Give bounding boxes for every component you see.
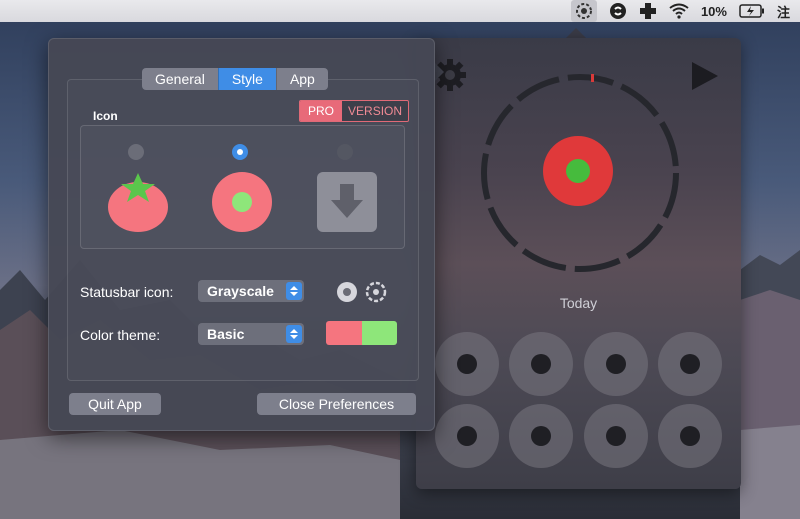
session-slot[interactable] <box>584 404 648 468</box>
icon-radio-ring[interactable] <box>232 144 248 160</box>
session-slot[interactable] <box>584 332 648 396</box>
session-slot[interactable] <box>658 332 722 396</box>
timer-panel-arrow <box>566 28 586 38</box>
icon-radio-download[interactable] <box>337 144 353 160</box>
statusbar-icon-label: Statusbar icon: <box>80 284 174 300</box>
select-stepper-icon <box>286 282 302 300</box>
ring-dot-icon[interactable] <box>211 171 273 233</box>
session-slot[interactable] <box>509 332 573 396</box>
statusbar-preview-ring-icon <box>365 281 387 303</box>
wifi-icon[interactable] <box>669 0 689 22</box>
health-plus-icon[interactable] <box>639 0 657 22</box>
battery-percent: 10% <box>700 3 727 19</box>
quit-app-button[interactable]: Quit App <box>69 393 161 415</box>
timer-center-inner <box>566 159 590 183</box>
download-box-icon <box>317 172 377 232</box>
select-stepper-icon <box>286 325 302 343</box>
pro-label: PRO <box>300 101 343 121</box>
session-slot[interactable] <box>658 404 722 468</box>
color-swatch-secondary <box>362 321 397 345</box>
color-theme-select[interactable]: Basic <box>198 323 304 345</box>
tab-general[interactable]: General <box>142 68 218 90</box>
color-theme-value: Basic <box>207 326 245 342</box>
session-slot[interactable] <box>435 404 499 468</box>
today-label: Today <box>559 295 598 311</box>
preferences-window: General Style App PRO VERSION Icon Statu… <box>48 38 435 431</box>
color-swatch-primary <box>326 321 362 345</box>
timer-center-outer[interactable] <box>543 136 613 206</box>
menu-bar: 10% 注 <box>0 0 800 22</box>
color-theme-label: Color theme: <box>80 327 161 343</box>
tomato-icon[interactable] <box>106 169 170 233</box>
play-icon[interactable] <box>688 60 720 92</box>
pro-version-badge[interactable]: PRO VERSION <box>299 100 410 122</box>
preferences-tabs: General Style App <box>142 68 328 90</box>
statusbar-icon-select[interactable]: Grayscale <box>198 280 304 302</box>
tab-app[interactable]: App <box>275 68 328 90</box>
session-slot[interactable] <box>435 332 499 396</box>
icon-section-label: Icon <box>93 109 118 123</box>
input-method-indicator[interactable]: 注 <box>777 0 790 22</box>
statusbar-icon-value: Grayscale <box>207 283 274 299</box>
status-icon[interactable] <box>570 0 597 22</box>
close-preferences-button[interactable]: Close Preferences <box>257 393 416 415</box>
shazam-icon[interactable] <box>609 0 627 22</box>
battery-charging-icon[interactable] <box>739 0 765 22</box>
version-label: VERSION <box>342 101 409 121</box>
session-slot[interactable] <box>509 404 573 468</box>
tab-style[interactable]: Style <box>217 68 276 90</box>
preferences-arrow <box>434 62 444 82</box>
icon-radio-tomato[interactable] <box>128 144 144 160</box>
statusbar-preview-dot-icon <box>337 282 357 302</box>
